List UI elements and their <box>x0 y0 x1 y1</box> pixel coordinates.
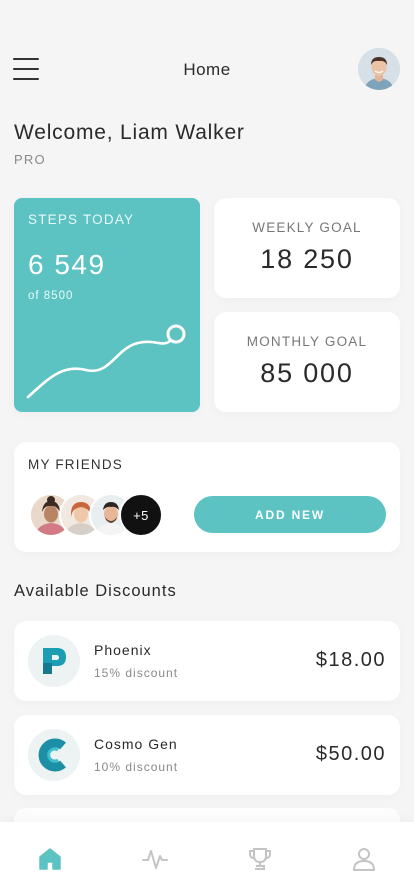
my-friends-card: MY FRIENDS +5 ADD NEW <box>14 442 400 552</box>
discount-name: Phoenix <box>94 642 152 658</box>
weekly-goal-label: WEEKLY GOAL <box>252 220 362 235</box>
steps-trend-chart <box>26 324 186 399</box>
discount-name: Cosmo Gen <box>94 736 178 752</box>
steps-today-card[interactable]: STEPS TODAY 6 549 of 8500 <box>14 198 200 412</box>
monthly-goal-label: MONTHLY GOAL <box>246 334 368 349</box>
discounts-section-title: Available Discounts <box>14 582 177 600</box>
page-title: Home <box>183 60 231 79</box>
discount-price: $50.00 <box>315 743 386 765</box>
discount-item[interactable]: Phoenix 15% discount $18.00 <box>14 621 400 701</box>
more-friends-badge[interactable]: +5 <box>119 493 163 537</box>
monthly-goal-card[interactable]: MONTHLY GOAL 85 000 <box>214 312 400 412</box>
friends-label: MY FRIENDS <box>28 457 124 472</box>
discount-price: $18.00 <box>315 649 386 671</box>
monthly-goal-value: 85 000 <box>260 358 354 388</box>
steps-target: of 8500 <box>28 290 74 302</box>
discount-item[interactable]: Cosmo Gen 10% discount $50.00 <box>14 715 400 795</box>
add-friend-button[interactable]: ADD NEW <box>194 496 386 533</box>
discount-percent: 15% discount <box>94 666 179 680</box>
phoenix-logo <box>28 635 80 687</box>
weekly-goal-value: 18 250 <box>260 244 354 274</box>
top-bar: Home <box>0 44 414 94</box>
steps-label: STEPS TODAY <box>28 212 135 227</box>
profile-icon[interactable] <box>349 844 379 874</box>
welcome-heading: Welcome, Liam Walker <box>14 121 245 144</box>
cosmo-gen-logo <box>28 729 80 781</box>
home-icon[interactable] <box>35 844 65 874</box>
discount-percent: 10% discount <box>94 760 179 774</box>
bottom-tab-bar <box>0 822 414 896</box>
steps-value: 6 549 <box>28 249 106 280</box>
trophy-icon[interactable] <box>245 844 275 874</box>
membership-tier: PRO <box>14 152 46 167</box>
weekly-goal-card[interactable]: WEEKLY GOAL 18 250 <box>214 198 400 298</box>
user-avatar[interactable] <box>358 48 400 90</box>
activity-icon[interactable] <box>140 844 170 874</box>
